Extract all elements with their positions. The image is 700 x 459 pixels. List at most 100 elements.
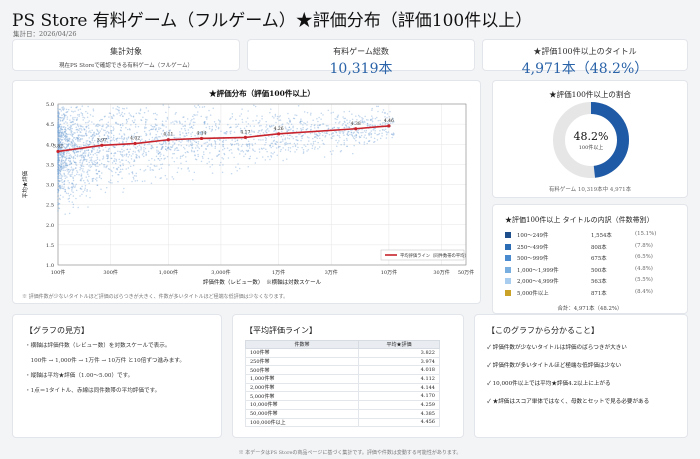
scatter-point — [189, 126, 191, 129]
scatter-point — [282, 140, 284, 142]
scatter-chart: ★評価分布（評価100件以上）1.01.52.02.53.03.54.04.55… — [21, 88, 474, 286]
scatter-point — [208, 161, 210, 163]
scatter-point — [160, 143, 162, 146]
scatter-point — [162, 130, 164, 132]
scatter-point — [193, 171, 196, 174]
scatter-point — [228, 149, 231, 152]
scatter-point — [184, 156, 187, 158]
scatter-point — [93, 133, 95, 136]
scatter-point — [236, 139, 239, 142]
scatter-point — [173, 152, 176, 155]
average-value-label: 3.97 — [97, 137, 107, 143]
scatter-point — [71, 190, 73, 192]
scatter-point — [106, 155, 108, 158]
scatter-point — [312, 141, 315, 143]
scatter-point — [309, 129, 312, 131]
scatter-point — [335, 131, 338, 134]
scatter-point — [136, 145, 139, 148]
scatter-point — [74, 185, 76, 187]
scatter-point — [81, 156, 83, 159]
scatter-point — [262, 131, 265, 134]
scatter-point — [290, 128, 292, 130]
scatter-point — [173, 160, 176, 163]
scatter-point — [121, 159, 124, 161]
scatter-point — [89, 130, 91, 132]
scatter-point — [169, 129, 172, 131]
scatter-point — [105, 165, 108, 168]
scatter-point — [181, 139, 183, 142]
scatter-point — [185, 132, 188, 135]
scatter-point — [57, 109, 59, 111]
scatter-point — [86, 190, 88, 192]
breakdown-card: ★評価100件以上 タイトルの内訳（件数帯別） 100〜249件 1,554本 (1… — [492, 204, 688, 314]
scatter-point — [159, 159, 161, 161]
scatter-point — [226, 131, 228, 133]
scatter-point — [170, 122, 172, 124]
scatter-point — [245, 149, 248, 152]
scatter-point — [159, 127, 162, 130]
scatter-point — [193, 150, 195, 152]
scatter-point — [236, 169, 238, 172]
scatter-point — [57, 130, 59, 133]
scatter-point — [78, 113, 80, 116]
x-tick-label: 1,000件 — [159, 269, 178, 276]
scatter-point — [374, 132, 376, 134]
scatter-point — [66, 155, 68, 157]
scatter-point — [300, 122, 302, 125]
scatter-point — [241, 149, 244, 152]
scatter-point — [59, 175, 61, 177]
scatter-point — [351, 118, 354, 121]
scatter-point — [128, 162, 131, 164]
scatter-point — [191, 127, 194, 130]
scatter-point — [105, 126, 108, 129]
scatter-point — [69, 114, 72, 117]
scatter-point — [74, 138, 77, 141]
scatter-point — [118, 141, 121, 144]
scatter-point — [285, 141, 287, 144]
scatter-point — [206, 145, 209, 147]
scatter-point — [107, 137, 110, 140]
scatter-point — [107, 150, 109, 153]
scatter-point — [328, 133, 331, 136]
scatter-point — [353, 137, 356, 140]
scatter-point — [59, 173, 62, 176]
scatter-point — [104, 191, 107, 194]
scatter-point — [89, 142, 91, 144]
scatter-point — [85, 152, 87, 154]
scatter-point — [119, 124, 122, 127]
scatter-point — [336, 145, 338, 148]
scatter-point — [271, 115, 274, 118]
scatter-point — [58, 177, 61, 180]
scatter-point — [214, 142, 217, 144]
scatter-point — [281, 138, 284, 140]
scatter-point — [74, 154, 77, 157]
scatter-point — [79, 134, 82, 137]
scatter-point — [289, 147, 292, 149]
scatter-point — [150, 182, 153, 185]
scatter-point — [62, 120, 64, 122]
scatter-point — [63, 179, 66, 182]
scatter-point — [258, 148, 261, 150]
scatter-point — [77, 129, 79, 131]
scatter-point — [178, 144, 180, 146]
scatter-point — [248, 147, 251, 149]
average-value-label: 4.38 — [351, 121, 361, 127]
scatter-point — [273, 151, 276, 154]
scatter-point — [240, 113, 243, 115]
scatter-point — [233, 156, 235, 159]
scatter-point — [138, 112, 140, 114]
scatter-point — [368, 132, 370, 135]
scatter-point — [91, 163, 94, 166]
scatter-point — [135, 175, 137, 177]
scatter-point — [68, 147, 71, 150]
scatter-point — [120, 126, 123, 129]
scatter-point — [184, 127, 186, 130]
scatter-point — [306, 150, 308, 152]
scatter-point — [155, 155, 158, 158]
scatter-point — [376, 139, 379, 141]
scatter-point — [68, 200, 70, 203]
scatter-point — [176, 121, 178, 124]
scatter-point — [287, 149, 290, 151]
scatter-point — [279, 145, 281, 148]
scatter-point — [79, 159, 81, 162]
